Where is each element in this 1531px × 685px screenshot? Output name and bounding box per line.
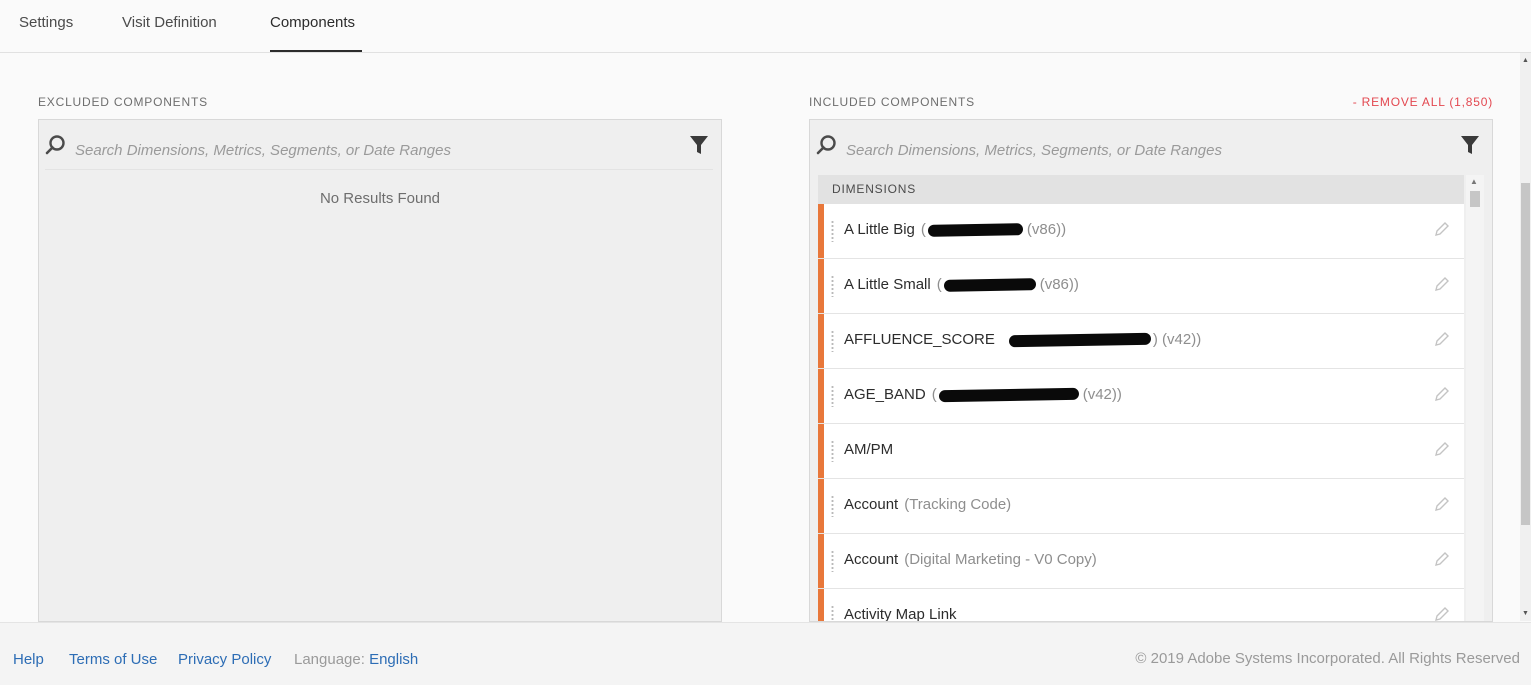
component-name: AFFLUENCE_SCORE — [844, 331, 995, 348]
component-name: Account — [844, 496, 899, 513]
language-value[interactable]: English — [369, 651, 418, 668]
tab-visit-definition[interactable]: Visit Definition — [122, 0, 217, 52]
edit-pencil-icon[interactable] — [1434, 441, 1450, 457]
component-sub-prefix: ( — [936, 276, 942, 293]
edit-pencil-icon[interactable] — [1434, 331, 1450, 347]
scroll-up-icon[interactable]: ▲ — [1522, 57, 1529, 64]
component-sub: (v86)) — [1039, 276, 1079, 293]
component-sub: (v42)) — [1082, 386, 1122, 403]
component-name-wrapper: AFFLUENCE_SCORE ) (v42)) — [844, 331, 1201, 348]
dimensions-section-header: DIMENSIONS — [818, 175, 1464, 204]
drag-handle-icon[interactable] — [831, 440, 834, 462]
scroll-down-icon[interactable]: ▼ — [1522, 610, 1529, 617]
footer: Help Terms of Use Privacy Policy Languag… — [0, 622, 1531, 685]
component-name-wrapper: AM/PM — [844, 441, 893, 458]
included-search-row — [810, 120, 1492, 170]
scroll-up-icon[interactable]: ▲ — [1470, 177, 1478, 186]
component-name: A Little Big — [844, 221, 915, 238]
component-sub: ) (v42)) — [1152, 331, 1202, 348]
help-link[interactable]: Help — [13, 651, 44, 668]
drag-handle-icon[interactable] — [831, 550, 834, 572]
dimension-color-bar — [818, 479, 824, 533]
dimension-color-bar — [818, 369, 824, 423]
list-scrollbar-thumb[interactable] — [1470, 191, 1480, 207]
tab-components[interactable]: Components — [270, 0, 363, 52]
drag-handle-icon[interactable] — [831, 605, 834, 621]
edit-pencil-icon[interactable] — [1434, 606, 1450, 622]
copyright-text: © 2019 Adobe Systems Incorporated. All R… — [1135, 650, 1520, 667]
included-components-list: A Little Big ( (v86)) A Little Small ( (v86)… — [818, 204, 1464, 622]
component-name-wrapper: A Little Small ( (v86)) — [844, 276, 1079, 293]
included-search-input[interactable] — [844, 137, 1408, 163]
component-name: AM/PM — [844, 441, 894, 458]
component-name: A Little Small — [844, 276, 931, 293]
component-sub: (Digital Marketing - V0 Copy) — [904, 551, 1097, 568]
list-item[interactable]: Account (Digital Marketing - V0 Copy) — [818, 534, 1464, 589]
dimension-color-bar — [818, 424, 824, 478]
component-sub-prefix: ( — [920, 221, 926, 238]
dimension-color-bar — [818, 314, 824, 368]
list-item[interactable]: AM/PM — [818, 424, 1464, 479]
excluded-components-title: EXCLUDED COMPONENTS — [38, 95, 208, 109]
list-item[interactable]: A Little Small ( (v86)) — [818, 259, 1464, 314]
edit-pencil-icon[interactable] — [1434, 221, 1450, 237]
component-name: Activity Map Link — [844, 606, 957, 622]
dimension-color-bar — [818, 204, 824, 258]
page-scrollbar[interactable]: ▲ ▼ — [1520, 53, 1531, 621]
component-name-wrapper: A Little Big ( (v86)) — [844, 221, 1066, 238]
tab-bar: Settings Visit Definition Components — [0, 0, 1531, 53]
included-components-panel: DIMENSIONS A Little Big ( (v86)) A Little … — [809, 119, 1493, 622]
component-name: Account — [844, 551, 899, 568]
page-scrollbar-thumb[interactable] — [1521, 183, 1530, 525]
drag-handle-icon[interactable] — [831, 330, 834, 352]
privacy-policy-link[interactable]: Privacy Policy — [178, 651, 271, 668]
component-name: AGE_BAND — [844, 386, 926, 403]
component-sub: (v86)) — [1026, 221, 1067, 238]
component-name-wrapper: AGE_BAND ( (v42)) — [844, 386, 1122, 403]
no-results-text: No Results Found — [319, 190, 441, 207]
list-item[interactable]: A Little Big ( (v86)) — [818, 204, 1464, 259]
component-sub-prefix: ( — [931, 386, 937, 403]
edit-pencil-icon[interactable] — [1434, 551, 1450, 567]
drag-handle-icon[interactable] — [831, 385, 834, 407]
excluded-search-input[interactable] — [73, 137, 637, 163]
edit-pencil-icon[interactable] — [1434, 386, 1450, 402]
list-item[interactable]: Activity Map Link — [818, 589, 1464, 622]
list-item[interactable]: Account (Tracking Code) — [818, 479, 1464, 534]
component-sub: (Tracking Code) — [904, 496, 1012, 513]
component-name-wrapper: Account (Tracking Code) — [844, 496, 1011, 513]
dimension-color-bar — [818, 589, 824, 621]
drag-handle-icon[interactable] — [831, 495, 834, 517]
remove-all-button[interactable]: - REMOVE ALL (1,850) — [1353, 95, 1493, 109]
drag-handle-icon[interactable] — [831, 275, 834, 297]
dimension-color-bar — [818, 259, 824, 313]
language-selector[interactable]: Language: English — [294, 651, 418, 668]
list-item[interactable]: AFFLUENCE_SCORE ) (v42)) — [818, 314, 1464, 369]
tab-settings[interactable]: Settings — [19, 0, 73, 52]
included-components-title: INCLUDED COMPONENTS — [809, 95, 975, 109]
search-icon — [816, 135, 836, 155]
drag-handle-icon[interactable] — [831, 220, 834, 242]
excluded-search-row — [39, 120, 721, 170]
filter-icon[interactable] — [689, 134, 709, 156]
dimension-color-bar — [818, 534, 824, 588]
search-divider — [45, 169, 713, 170]
component-name-wrapper: Activity Map Link — [844, 606, 957, 622]
redaction-mark — [943, 278, 1036, 292]
list-scrollbar[interactable]: ▲ — [1466, 175, 1484, 621]
list-item[interactable]: AGE_BAND ( (v42)) — [818, 369, 1464, 424]
redaction-mark — [1008, 332, 1151, 348]
redaction-mark — [938, 387, 1079, 403]
search-icon — [45, 135, 65, 155]
language-label: Language: — [294, 651, 365, 668]
redaction-mark — [927, 223, 1023, 237]
excluded-components-panel: No Results Found — [38, 119, 722, 622]
terms-of-use-link[interactable]: Terms of Use — [69, 651, 157, 668]
edit-pencil-icon[interactable] — [1434, 496, 1450, 512]
filter-icon[interactable] — [1460, 134, 1480, 156]
component-name-wrapper: Account (Digital Marketing - V0 Copy) — [844, 551, 1097, 568]
edit-pencil-icon[interactable] — [1434, 276, 1450, 292]
